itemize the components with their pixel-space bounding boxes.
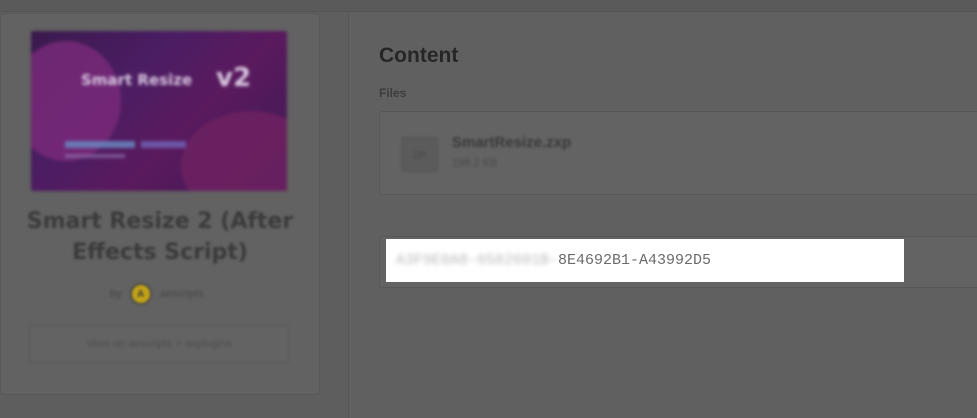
product-thumbnail[interactable]: Smart Resize v2 — [31, 31, 287, 191]
license-key-field[interactable]: A3F9E0A8-6582601B- 8E4692B1-A43992D5 — [386, 239, 904, 282]
license-key-visible: 8E4692B1-A43992D5 — [558, 252, 712, 269]
author-by-label: by — [110, 288, 122, 300]
license-key-redacted: A3F9E0A8-6582601B- — [396, 252, 559, 269]
file-size: 198.2 KB — [452, 157, 498, 169]
file-name[interactable]: SmartResize.zxp — [452, 134, 571, 151]
thumbnail-version: v2 — [216, 63, 252, 93]
view-product-button[interactable]: View on aescripts + aeplugins — [29, 325, 289, 363]
thumbnail-decoration — [181, 111, 287, 191]
thumbnail-decoration — [65, 141, 135, 148]
content-panel — [348, 13, 977, 418]
product-title: Smart Resize 2 (After Effects Script) — [26, 209, 294, 265]
author-avatar[interactable]: A — [129, 283, 152, 305]
thumbnail-decoration — [141, 141, 186, 148]
author-row: by A aescripts — [110, 283, 204, 305]
files-label: Files — [379, 86, 407, 100]
thumbnail-title: Smart Resize — [81, 71, 193, 89]
top-strip — [0, 0, 977, 12]
thumbnail-decoration — [65, 154, 125, 158]
file-icon: ZIP — [401, 137, 438, 172]
author-name[interactable]: aescripts — [160, 288, 204, 300]
file-card[interactable] — [379, 111, 977, 195]
content-heading: Content — [379, 44, 459, 67]
